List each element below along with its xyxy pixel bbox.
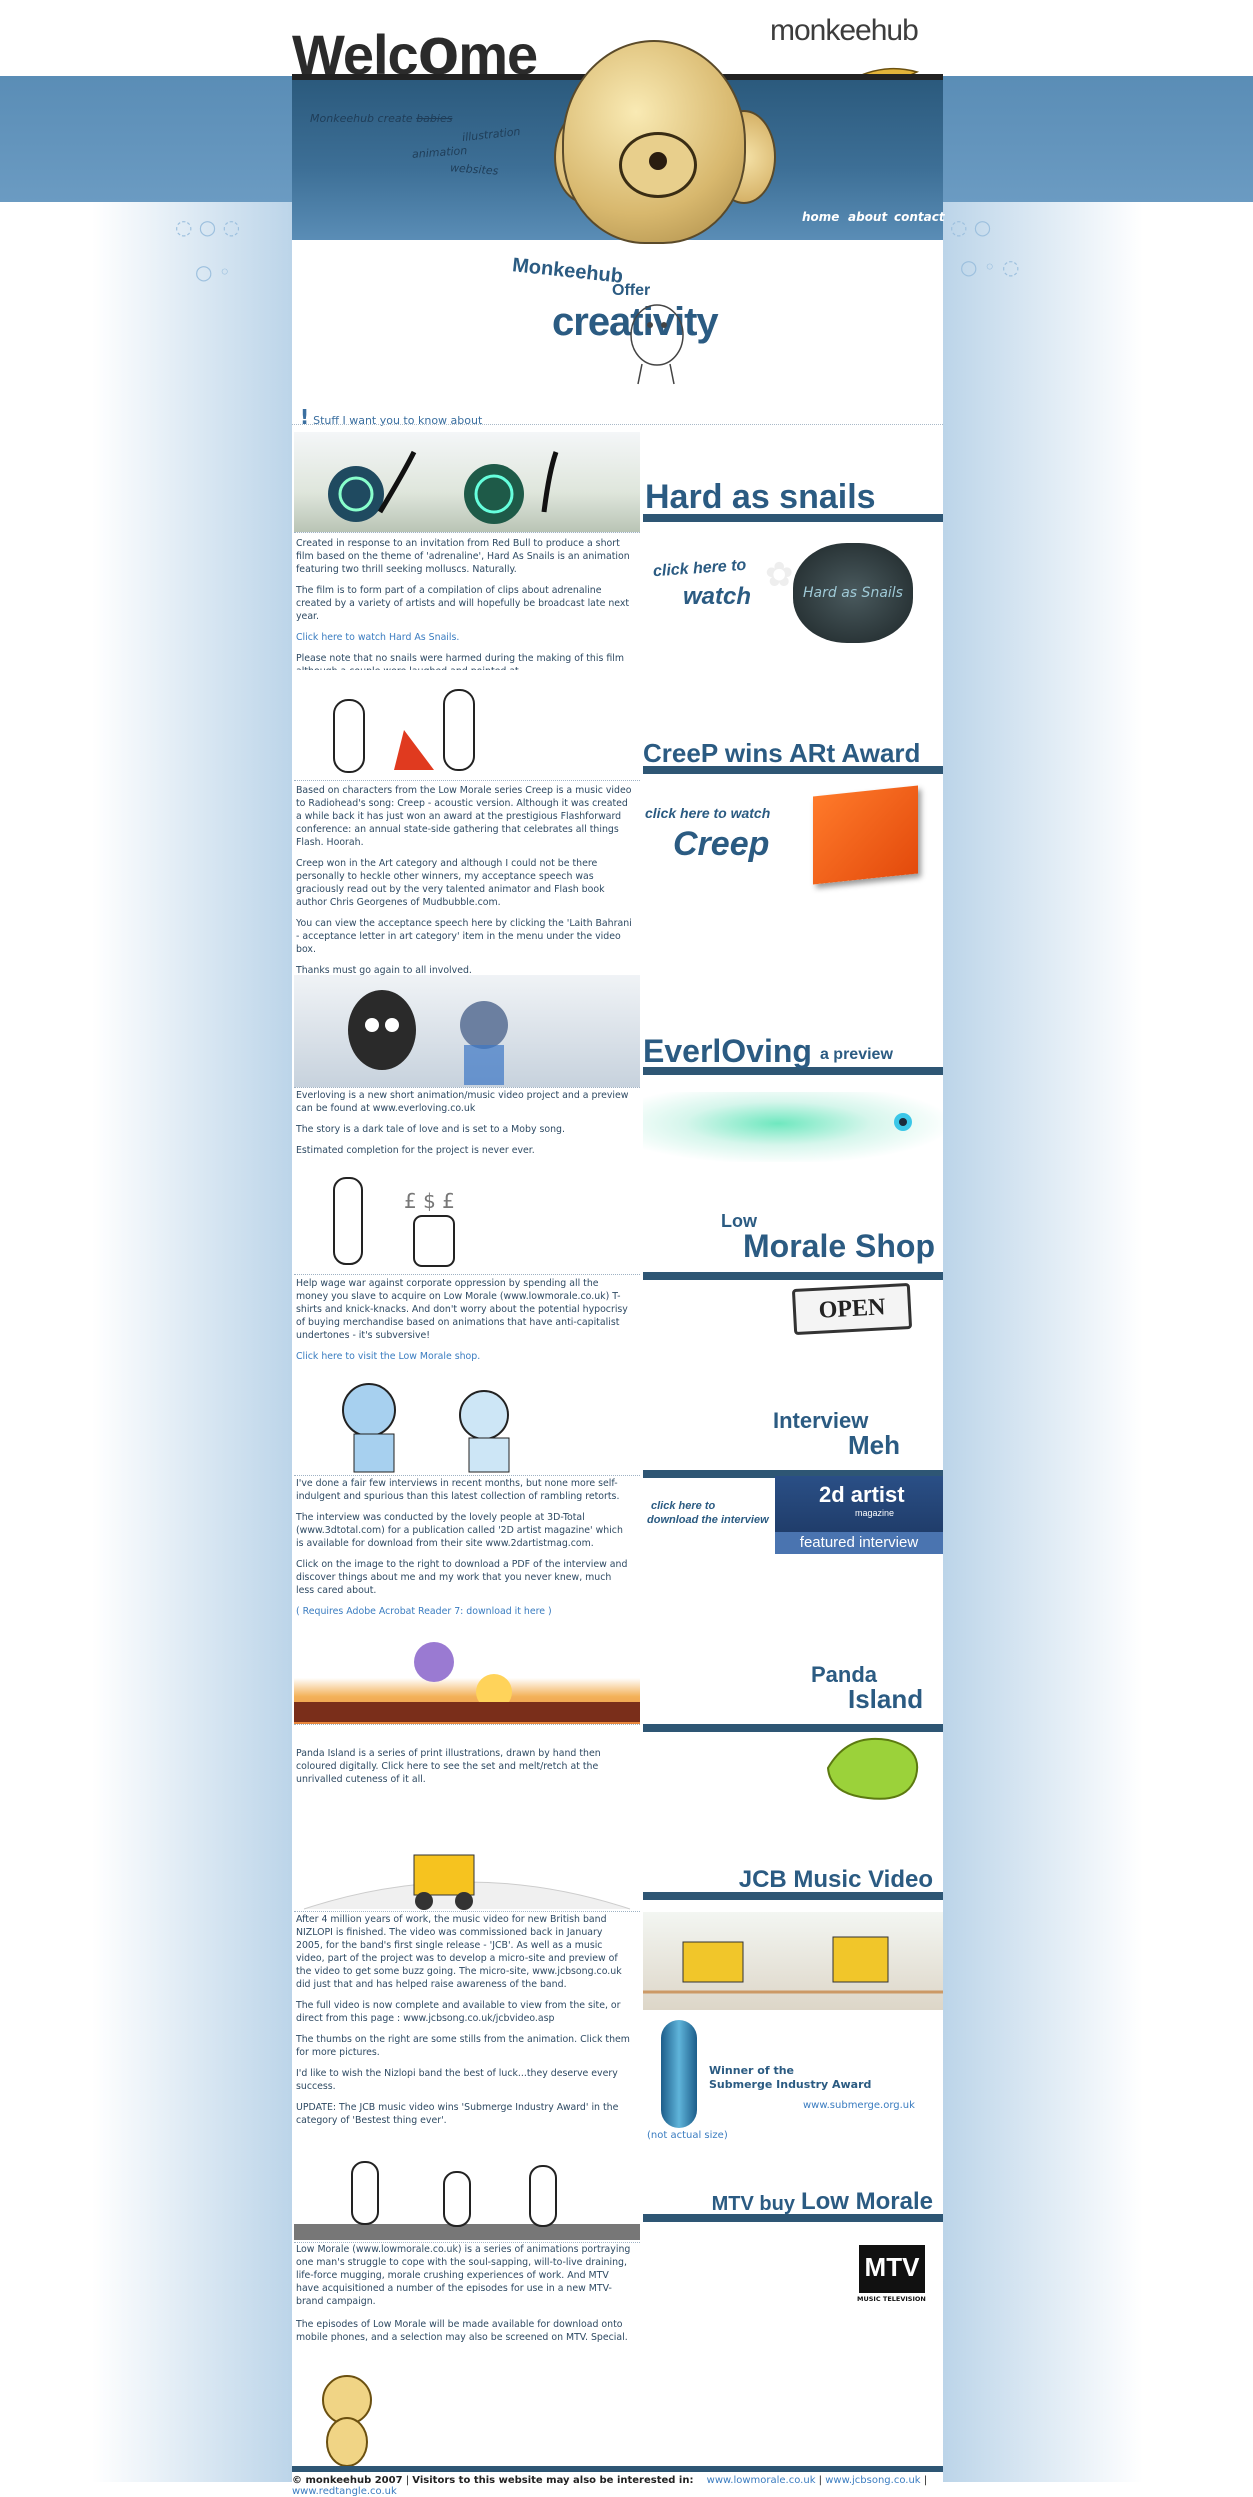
exclaim-icon: ! <box>300 405 310 429</box>
bubble-doodle-icon: ○ ◦ ◌ <box>960 255 1020 279</box>
interview-thumbnail[interactable] <box>294 1370 640 1476</box>
everloving-preview-image[interactable] <box>643 1092 943 1162</box>
section-heading-everloving: EverlOving a preview <box>643 1035 943 1075</box>
acrobat-download-link[interactable]: ( Requires Adobe Acrobat Reader 7: downl… <box>296 1606 552 1617</box>
section-text-mtv: Low Morale (www.lowmorale.co.uk) is a se… <box>296 2244 631 2343</box>
snails-watch-card[interactable]: click here to watch Hard as Snails ✿ <box>643 535 943 655</box>
flower-icon: ✿ <box>765 555 794 595</box>
section-text-interview: I've done a fair few interviews in recen… <box>296 1478 628 1617</box>
interview-download-card[interactable]: click here to download the interview 2d … <box>643 1476 943 1556</box>
snails-stone-image: Hard as Snails <box>793 543 913 643</box>
submerge-award: Winner of the Submerge Industry Award ww… <box>643 2018 943 2148</box>
intro-label: ! Stuff I want you to know about <box>300 405 483 429</box>
section-heading-interview: Interview Meh <box>643 1410 943 1478</box>
submerge-link[interactable]: www.submerge.org.uk <box>803 2100 915 2111</box>
svg-text:£ $ £: £ $ £ <box>404 1189 455 1213</box>
green-blob-illustration <box>826 1737 919 1800</box>
award-trophy-image <box>661 2020 697 2128</box>
section-heading-mtv: MTV buy Low Morale <box>643 2190 943 2222</box>
creep-watch-card[interactable]: click here to watch Creep <box>643 785 943 895</box>
footer-link-lowmorale[interactable]: www.lowmorale.co.uk <box>707 2475 816 2486</box>
bubble-doodle-icon: ◌ ○ ◌ <box>175 215 241 239</box>
section-text-hard-as-snails: Created in response to an invitation fro… <box>296 538 630 677</box>
creep-box-image <box>813 785 918 885</box>
mtv-thumbnail[interactable] <box>294 2152 640 2243</box>
footer: © monkeehub 2007 | Visitors to this webs… <box>292 2475 928 2497</box>
visitors-note: Visitors to this website may also be int… <box>412 2475 694 2486</box>
section-heading-panda-island: Panda Island <box>643 1664 943 1732</box>
mtv-logo-card: MTV MUSIC TELEVISION <box>643 2245 943 2309</box>
jcb-stills-gallery[interactable] <box>643 1912 943 2010</box>
left-gradient-decoration <box>92 202 292 2482</box>
right-gradient-decoration <box>943 202 1143 2482</box>
section-text-everloving: Everloving is a new short animation/musi… <box>296 1090 629 1156</box>
panda-island-thumbnail[interactable] <box>294 1632 640 1725</box>
chick-doodle-icon <box>630 304 684 385</box>
visit-shop-link[interactable]: Click here to visit the Low Morale shop. <box>296 1351 480 1362</box>
footer-rule <box>292 2466 943 2472</box>
create-line: Monkeehub create babies <box>310 112 453 125</box>
creep-thumbnail[interactable] <box>294 670 640 781</box>
bubble-doodle-icon: ○ ◦ <box>195 260 231 284</box>
shop-open-sign[interactable]: OPEN <box>643 1278 943 1338</box>
divider <box>292 424 943 425</box>
section-heading-hard-as-snails: Hard as snails <box>643 480 943 522</box>
section-text-low-morale-shop: Help wage war against corporate oppressi… <box>296 1278 628 1362</box>
2d-artist-magazine-cover: 2d artist magazine featured interview <box>775 1476 943 1554</box>
brand-logo[interactable]: monkeehub <box>770 14 919 48</box>
copyright: © monkeehub 2007 <box>292 2475 403 2486</box>
section-heading-jcb: JCB Music Video <box>643 1868 943 1900</box>
nav-about[interactable]: about <box>848 210 887 224</box>
panda-island-image[interactable] <box>643 1728 943 1808</box>
nav-contact[interactable]: contact <box>894 210 945 224</box>
jcb-thumbnail[interactable] <box>294 1835 640 1912</box>
section-heading-low-morale-shop: Low Morale Shop <box>643 1212 943 1280</box>
watch-hard-as-snails-link[interactable]: Click here to watch Hard As Snails. <box>296 632 459 643</box>
firefly-icon <box>894 1113 912 1131</box>
footer-link-jcbsong[interactable]: www.jcbsong.co.uk <box>825 2475 920 2486</box>
footer-link-redtangle[interactable]: www.redtangle.co.uk <box>292 2486 397 2497</box>
section-text-jcb: After 4 million years of work, the music… <box>296 1914 630 2126</box>
mascot-head <box>562 40 746 244</box>
bubble-doodle-icon: ◌ ○ <box>950 215 992 239</box>
mascot-footer-icon <box>322 2375 372 2467</box>
section-text-panda-island: Panda Island is a series of print illust… <box>296 1748 601 1785</box>
shop-thumbnail[interactable]: £ $ £ <box>294 1168 640 1275</box>
mascot-eye <box>649 152 667 170</box>
snails-thumbnail[interactable] <box>294 432 640 533</box>
section-text-creep: Based on characters from the Low Morale … <box>296 785 632 976</box>
mtv-logo: MTV <box>859 2245 925 2293</box>
everloving-thumbnail[interactable] <box>294 975 640 1088</box>
section-heading-creep: CreeP wins ARt Award <box>643 740 943 774</box>
main-column: Welcome monkeehub Monkeehub create babie… <box>292 0 945 2496</box>
nav-home[interactable]: home <box>802 210 839 224</box>
